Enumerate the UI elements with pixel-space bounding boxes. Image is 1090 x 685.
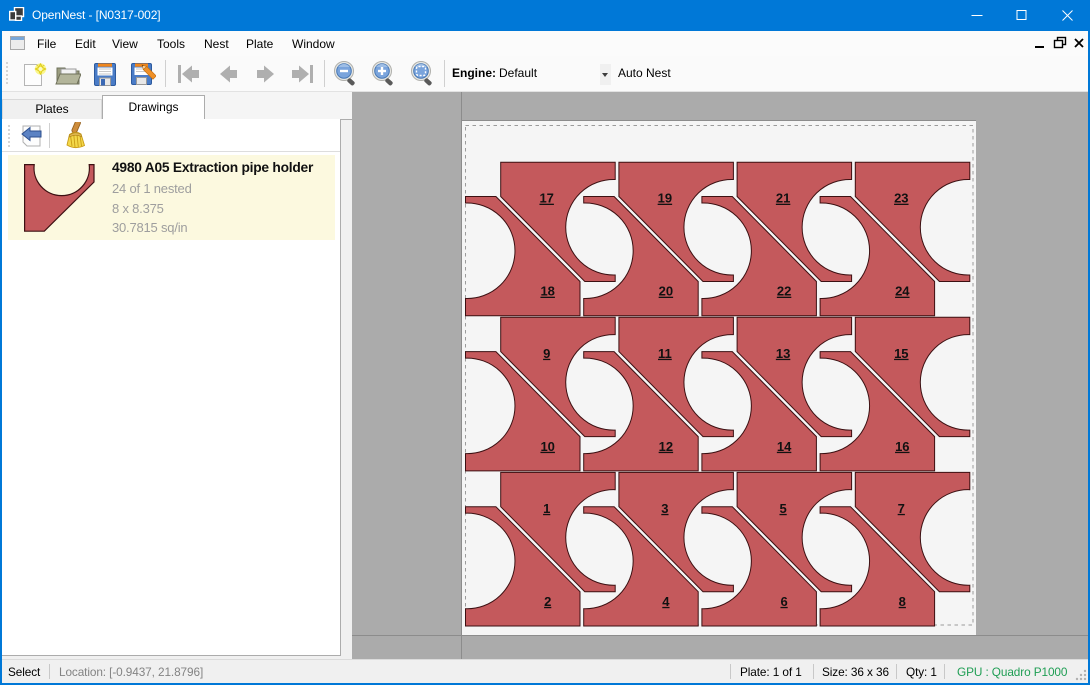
svg-text:4: 4	[662, 594, 670, 609]
svg-text:16: 16	[895, 439, 909, 454]
svg-text:15: 15	[894, 346, 908, 361]
svg-text:13: 13	[776, 346, 790, 361]
svg-text:18: 18	[540, 284, 554, 299]
svg-text:20: 20	[659, 284, 673, 299]
svg-text:22: 22	[777, 284, 791, 299]
svg-text:8: 8	[899, 594, 906, 609]
svg-text:12: 12	[659, 439, 673, 454]
svg-text:2: 2	[544, 594, 551, 609]
svg-text:19: 19	[658, 191, 672, 206]
svg-text:11: 11	[658, 346, 672, 361]
svg-text:5: 5	[779, 501, 786, 516]
svg-text:14: 14	[777, 439, 792, 454]
svg-text:7: 7	[898, 501, 905, 516]
svg-text:9: 9	[543, 346, 550, 361]
svg-text:21: 21	[776, 191, 790, 206]
svg-text:1: 1	[543, 501, 550, 516]
svg-text:24: 24	[895, 284, 910, 299]
svg-text:3: 3	[661, 501, 668, 516]
svg-text:23: 23	[894, 191, 908, 206]
svg-text:6: 6	[780, 594, 787, 609]
svg-text:10: 10	[540, 439, 554, 454]
svg-text:17: 17	[539, 191, 553, 206]
